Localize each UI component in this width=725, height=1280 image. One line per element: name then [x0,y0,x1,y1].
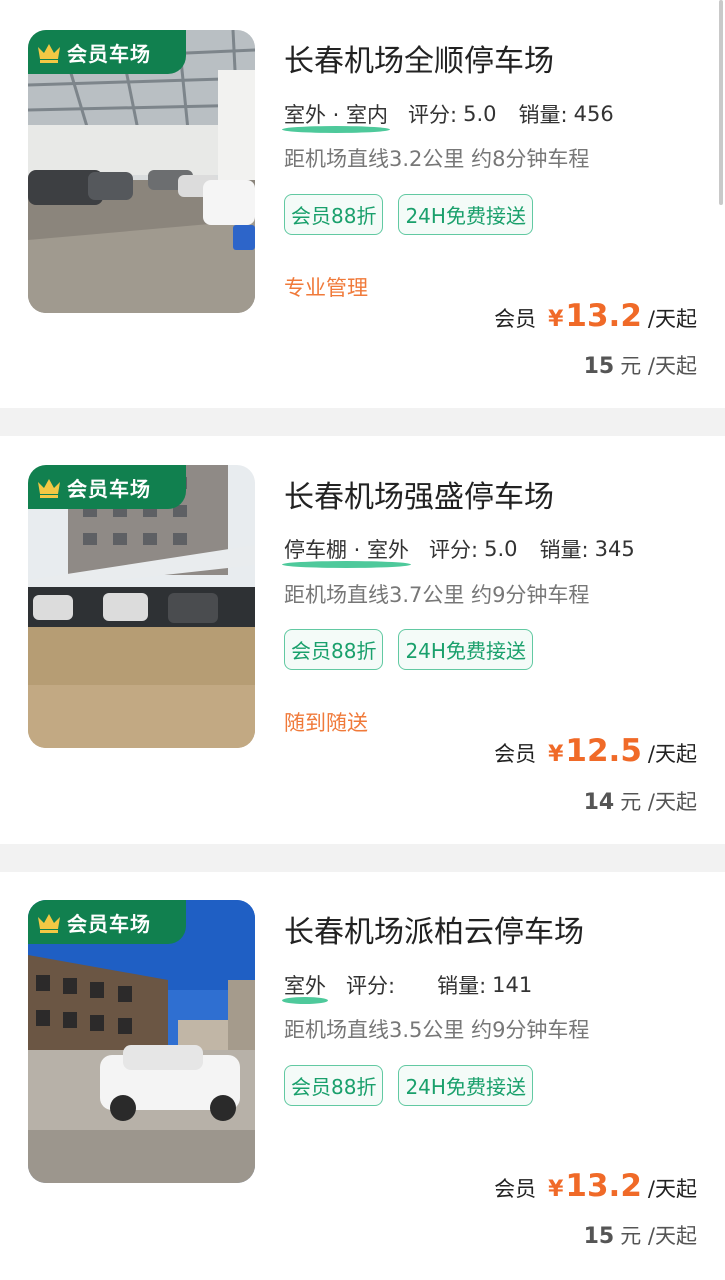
member-label: 会员 [494,742,537,766]
original-price-amount: 15 [583,1224,615,1249]
promo-tags: 会员88折 24H免费接送 [284,1065,533,1106]
lot-type: 室外 · 室内 [281,99,391,133]
currency-symbol: ¥ [548,1177,564,1202]
member-price: 会员 ¥ 13.2 /天起 [494,1168,697,1204]
parking-card[interactable]: 会员车场 长春机场全顺停车场 室外 · 室内 评分: 5.0 销量: 456 距… [0,0,725,408]
original-price: 14 元 /天起 [584,786,697,816]
promo-tag-shuttle: 24H免费接送 [398,194,533,235]
distance-info: 距机场直线3.2公里 约8分钟车程 [284,147,590,171]
lot-name: 长春机场强盛停车场 [284,480,554,515]
parking-card[interactable]: 会员车场 长春机场派柏云停车场 室外 评分: 销量: 141 距机场直线3.5公… [0,872,725,1280]
crown-icon [38,914,60,933]
sales-label: 销量: [539,538,589,562]
rating-label: 评分: [429,538,479,562]
original-price-amount: 15 [583,354,615,379]
promo-tag-shuttle: 24H免费接送 [398,629,533,670]
rating-label: 评分: [408,103,458,127]
badge-label: 会员车场 [67,476,151,501]
distance-info: 距机场直线3.7公里 约9分钟车程 [284,583,590,607]
member-label: 会员 [494,1177,537,1201]
lot-meta-row: 停车棚 · 室外 评分: 5.0 销量: 345 [281,534,657,568]
promo-tags: 会员88折 24H免费接送 [284,194,533,235]
original-price: 15 元 /天起 [584,350,697,380]
lot-type: 室外 [282,970,328,1004]
member-price: 会员 ¥ 12.5 /天起 [494,733,697,769]
original-price-unit: 元 /天起 [620,354,697,378]
lot-photo[interactable]: 会员车场 [28,30,255,313]
member-price: 会员 ¥ 13.2 /天起 [494,298,697,334]
crown-icon [38,479,60,498]
price-unit: /天起 [647,742,697,766]
crown-icon [38,44,60,63]
promo-tag-discount: 会员88折 [284,194,384,235]
lot-photo[interactable]: 会员车场 [28,465,255,748]
promo-tag-discount: 会员88折 [284,629,384,670]
lot-type: 停车棚 · 室外 [281,534,412,568]
promo-tag-discount: 会员88折 [284,1065,384,1106]
lot-feature: 专业管理 [284,276,368,300]
original-price-unit: 元 /天起 [620,790,697,814]
member-lot-badge: 会员车场 [28,465,186,509]
sales-value: 345 [594,537,635,561]
member-price-amount: 13.2 [565,298,642,334]
rating-value: 5.0 [484,537,518,561]
lot-feature: 随到随送 [284,711,368,735]
sales-label: 销量: [437,974,487,998]
currency-symbol: ¥ [548,742,564,767]
price-unit: /天起 [647,307,697,331]
lot-name: 长春机场派柏云停车场 [284,915,584,950]
rating-label: 评分: [346,974,396,998]
price-unit: /天起 [647,1177,697,1201]
currency-symbol: ¥ [548,307,564,332]
original-price-unit: 元 /天起 [620,1224,697,1248]
lot-photo[interactable]: 会员车场 [28,900,255,1183]
lot-meta-row: 室外 评分: 销量: 141 [282,970,554,1004]
sales-value: 141 [492,973,533,997]
member-price-amount: 12.5 [565,733,642,769]
lot-meta-row: 室外 · 室内 评分: 5.0 销量: 456 [281,99,636,133]
member-lot-badge: 会员车场 [28,30,186,74]
scrollbar[interactable] [719,0,723,205]
sales-value: 456 [573,102,614,126]
badge-label: 会员车场 [67,41,151,66]
parking-card[interactable]: 会员车场 长春机场强盛停车场 停车棚 · 室外 评分: 5.0 销量: 345 … [0,436,725,844]
distance-info: 距机场直线3.5公里 约9分钟车程 [284,1018,590,1042]
badge-label: 会员车场 [67,911,151,936]
rating-value: 5.0 [463,102,497,126]
promo-tags: 会员88折 24H免费接送 [284,629,533,670]
lot-name: 长春机场全顺停车场 [284,44,554,79]
member-lot-badge: 会员车场 [28,900,186,944]
member-price-amount: 13.2 [565,1168,642,1204]
original-price-amount: 14 [583,790,615,815]
sales-label: 销量: [518,103,568,127]
original-price: 15 元 /天起 [584,1220,697,1250]
promo-tag-shuttle: 24H免费接送 [398,1065,533,1106]
member-label: 会员 [494,307,537,331]
